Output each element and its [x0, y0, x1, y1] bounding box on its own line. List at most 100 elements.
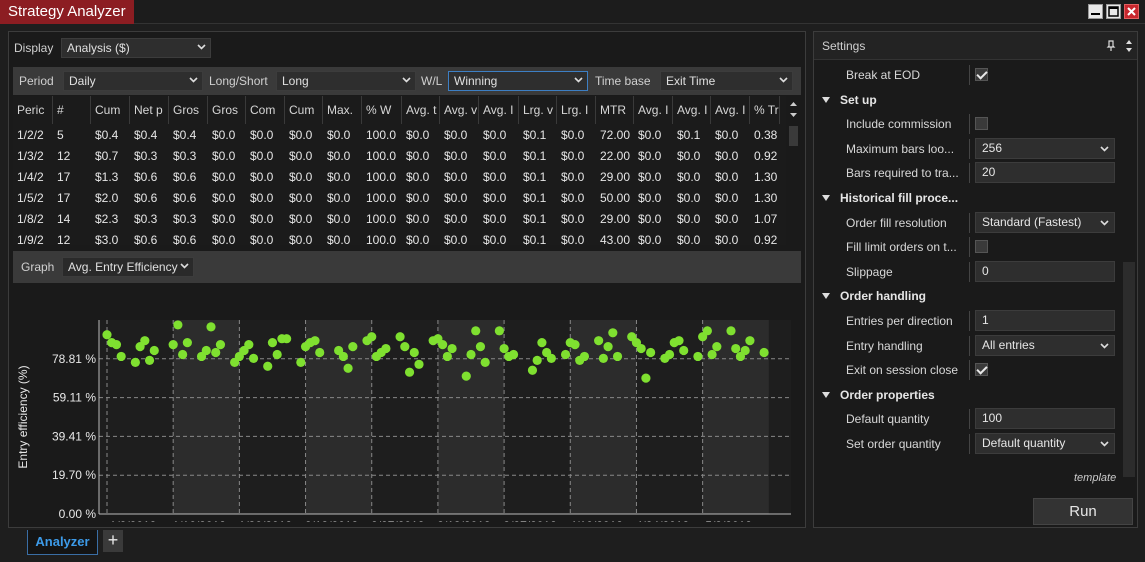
data-point	[173, 320, 183, 330]
column-header[interactable]: % Tra	[750, 96, 780, 124]
property-checkbox[interactable]	[975, 68, 988, 81]
column-header[interactable]: #	[53, 96, 91, 124]
grid-cell: 22.00	[600, 149, 631, 163]
column-header[interactable]: % W	[362, 96, 402, 124]
expand-triangle-icon[interactable]	[822, 293, 830, 300]
data-point	[149, 345, 159, 356]
settings-scrollbar[interactable]	[1123, 262, 1135, 477]
template-link[interactable]: template	[1074, 472, 1116, 484]
run-button[interactable]: Run	[1033, 498, 1133, 525]
grid-cell: $0.0	[483, 212, 507, 226]
tab-analyzer[interactable]: Analyzer	[27, 530, 98, 555]
grid-cell: $0.0	[212, 149, 236, 163]
column-header[interactable]: Lrg. v	[519, 96, 557, 124]
display-dropdown[interactable]: Analysis ($)	[61, 38, 211, 58]
data-point	[263, 361, 273, 371]
column-header[interactable]: Gros	[169, 96, 208, 124]
graph-dropdown[interactable]: Avg. Entry Efficiency	[62, 257, 194, 277]
data-point	[527, 365, 538, 375]
grid-cell: 50.00	[600, 191, 631, 205]
column-header[interactable]: Avg. v	[440, 96, 479, 124]
column-header[interactable]: Com	[246, 96, 285, 124]
column-header[interactable]: Avg. t	[402, 96, 440, 124]
maximize-button[interactable]	[1106, 4, 1121, 19]
period-dropdown[interactable]: Daily	[63, 71, 203, 91]
chevron-down-icon	[189, 77, 198, 83]
x-tick-label: 4/24/2018	[636, 519, 690, 522]
data-point	[608, 328, 618, 338]
grid-scrollbar[interactable]	[786, 96, 801, 245]
y-axis-title: Entry efficiency (%)	[16, 365, 30, 468]
settings-title: Settings	[822, 39, 866, 53]
title-bar: Strategy Analyzer	[0, 0, 1145, 24]
column-header[interactable]: Gros	[208, 96, 246, 124]
column-header[interactable]: Net p	[130, 96, 169, 124]
grid-cell: 1.07	[754, 212, 778, 226]
expand-triangle-icon[interactable]	[822, 391, 830, 398]
grid-cell: $0.4	[134, 128, 158, 142]
data-point	[296, 357, 306, 367]
long-short-label: Long/Short	[209, 74, 268, 88]
settings-category[interactable]: Historical fill proce...	[814, 186, 1124, 210]
property-dropdown[interactable]: 256	[975, 137, 1115, 159]
settings-property: Maximum bars loo... 256	[814, 137, 1124, 161]
property-checkbox[interactable]	[975, 240, 988, 254]
graph-label: Graph	[21, 260, 55, 274]
grid-cell: $0.0	[289, 149, 313, 163]
long-short-dropdown[interactable]: Long	[276, 71, 416, 91]
data-point	[560, 349, 571, 360]
property-dropdown[interactable]: Default quantity	[975, 433, 1115, 454]
column-header[interactable]: MTR	[596, 96, 634, 124]
property-input[interactable]: 100	[975, 408, 1115, 430]
column-header[interactable]: Avg. I	[479, 96, 519, 124]
settings-scroll-arrows-icon[interactable]	[1124, 38, 1134, 54]
time-base-dropdown[interactable]: Exit Time	[660, 71, 793, 91]
settings-property: Exit on session close	[814, 358, 1124, 382]
settings-property: Entry handling All entries	[814, 334, 1124, 358]
results-grid[interactable]: Peric 1/2/2 1/3/2 1/4/2 1/5/2 1/8/2 1/9/2 #5 12 1…	[13, 96, 801, 245]
property-input[interactable]: 0	[975, 260, 1115, 282]
grid-cell: $0.0	[638, 191, 662, 205]
column-header[interactable]: Avg. I	[711, 96, 750, 124]
property-dropdown[interactable]: Standard (Fastest)	[975, 211, 1115, 233]
grid-cell: $0.0	[483, 191, 507, 205]
property-checkbox[interactable]	[975, 363, 988, 377]
column-header[interactable]: Avg. I	[673, 96, 711, 124]
grid-cell: $0.0	[561, 128, 585, 142]
settings-category[interactable]: Order handling	[814, 284, 1124, 308]
expand-triangle-icon[interactable]	[822, 195, 830, 201]
grid-cell: 1.30	[754, 191, 778, 205]
column-header[interactable]: Cum	[285, 96, 323, 124]
minimize-button[interactable]	[1088, 4, 1103, 19]
settings-category[interactable]: Set up	[814, 88, 1124, 112]
wl-dropdown[interactable]: Winning	[448, 71, 588, 91]
settings-category[interactable]: Order properties	[814, 383, 1124, 407]
pin-icon[interactable]	[1106, 40, 1116, 52]
grid-cell: 1/2/2	[17, 128, 44, 142]
add-tab-button[interactable]: +	[103, 530, 123, 552]
grid-cell: $0.0	[327, 233, 351, 245]
property-name: Set order quantity	[846, 437, 941, 451]
grid-cell: $0.0	[406, 233, 430, 245]
data-point	[707, 349, 717, 360]
property-input[interactable]: 20	[975, 162, 1115, 184]
column-header[interactable]: Max.	[323, 96, 362, 124]
data-point	[168, 340, 178, 350]
property-dropdown[interactable]: All entries	[975, 334, 1115, 356]
settings-header: Settings	[814, 32, 1137, 60]
property-checkbox[interactable]	[975, 117, 988, 131]
expand-triangle-icon[interactable]	[822, 96, 830, 103]
property-name: Fill limit orders on t...	[846, 240, 957, 255]
display-value: Analysis ($)	[67, 41, 130, 55]
data-point	[475, 341, 486, 352]
property-input[interactable]: 1	[975, 310, 1115, 331]
close-button[interactable]	[1124, 4, 1139, 19]
column-header[interactable]: Cum	[91, 96, 130, 124]
grid-cell: $0.0	[677, 191, 701, 205]
data-point	[494, 326, 504, 336]
column-header[interactable]: Peric	[13, 96, 53, 124]
divider	[969, 163, 970, 184]
column-header[interactable]: Avg. I	[634, 96, 673, 124]
time-base-label: Time base	[595, 74, 651, 88]
column-header[interactable]: Lrg. I	[557, 96, 596, 124]
